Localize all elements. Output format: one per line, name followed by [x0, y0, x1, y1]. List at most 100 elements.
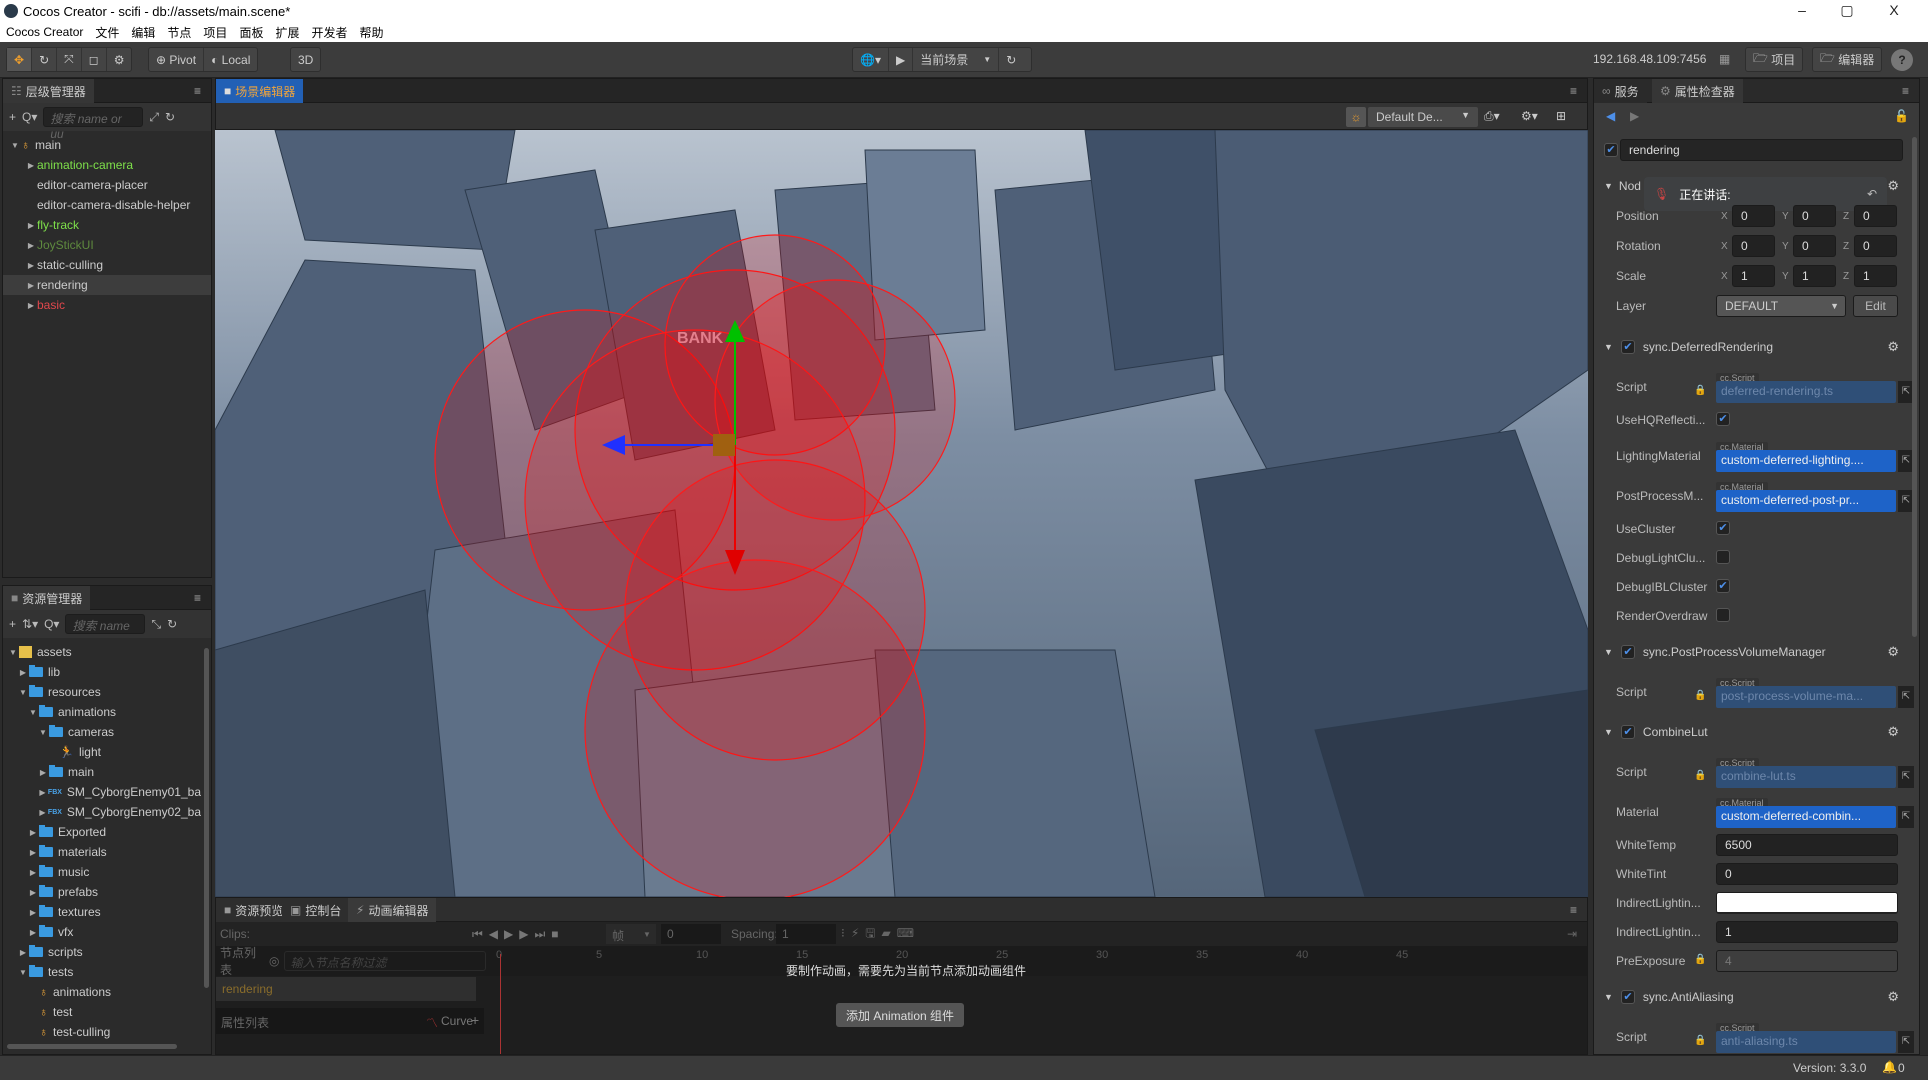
panel-menu-icon[interactable]: ≡ — [194, 84, 201, 98]
add-node-icon[interactable]: + — [9, 110, 16, 124]
tree-item[interactable]: ▼ assets — [3, 642, 201, 662]
caret-right-icon[interactable]: ▶ — [25, 281, 37, 290]
layout-icon[interactable]: ⊞ — [1556, 109, 1566, 123]
caret-right-icon[interactable]: ▶ — [25, 301, 37, 310]
tree-item[interactable]: editor-camera-disable-helper — [3, 195, 211, 215]
checkbox[interactable]: ✔ — [1621, 340, 1635, 354]
caret-right-icon[interactable]: ▶ — [17, 948, 29, 957]
color-field[interactable] — [1716, 891, 1898, 914]
assets-horizontal-scrollbar[interactable] — [7, 1044, 177, 1049]
tree-item[interactable]: ▶ FBX SM_CyborgEnemy02_ba — [3, 802, 201, 822]
script-asset-field[interactable]: anti-aliasing.ts — [1716, 1031, 1896, 1053]
tab-bottom-0[interactable]: ■ 资源预览 — [216, 898, 293, 922]
vector-y-input[interactable]: 1 — [1793, 265, 1836, 287]
node-filter-input[interactable]: 输入节点名称过滤 — [283, 951, 486, 971]
asset-picker-icon[interactable]: ⇱ — [1898, 1031, 1914, 1053]
gear-icon[interactable]: ⚙▾ — [1521, 109, 1538, 123]
node-name-input[interactable]: rendering — [1620, 139, 1903, 161]
assets-vertical-scrollbar[interactable] — [204, 648, 209, 988]
tree-item[interactable]: ♁ animations — [3, 982, 201, 1002]
menu-item[interactable]: 节点 — [167, 24, 191, 41]
animation-tool-icons[interactable]: ⁝⚡🖫▰⌨ — [841, 924, 920, 945]
menu-item[interactable]: 编辑 — [131, 24, 155, 41]
caret-right-icon[interactable]: ▶ — [27, 868, 39, 877]
checkbox[interactable]: ✔ — [1716, 521, 1730, 535]
menu-item[interactable]: 文件 — [95, 24, 119, 41]
tree-item[interactable]: ▶ materials — [3, 842, 201, 862]
caret-right-icon[interactable]: ▶ — [25, 221, 37, 230]
tree-item[interactable]: ♁ test-culling — [3, 1022, 201, 1042]
gear-icon[interactable]: ⚙ — [1887, 724, 1899, 740]
tab-scene-editor[interactable]: ■ 场景编辑器 — [216, 79, 304, 103]
platform-globe-icon[interactable]: 🌐▾ — [853, 48, 889, 71]
add-animation-component-button[interactable]: 添加 Animation 组件 — [836, 1003, 965, 1027]
caret-down-icon[interactable]: ▼ — [9, 141, 21, 150]
gear-icon[interactable]: ⚙ — [1887, 178, 1899, 194]
spacing-input[interactable]: 1 — [776, 924, 836, 944]
tree-item[interactable]: ▶ Exported — [3, 822, 201, 842]
layer-select[interactable]: DEFAULT ▼ — [1716, 295, 1846, 317]
asset-picker-icon[interactable]: ⇱ — [1898, 766, 1914, 788]
pivot-button[interactable]: ⊕ Pivot — [149, 48, 205, 71]
vector-y-input[interactable]: 0 — [1793, 235, 1836, 257]
asset-picker-icon[interactable]: ⇱ — [1898, 686, 1914, 708]
eye-icon[interactable]: ◎ — [269, 954, 279, 968]
scene-select-dropdown[interactable]: 当前场景 ▼ — [913, 48, 1000, 71]
tree-item[interactable]: ▼ cameras — [3, 722, 201, 742]
search-type-icon[interactable]: Q▾ — [44, 617, 59, 631]
tree-item[interactable]: ▶ rendering — [3, 275, 211, 295]
tree-item[interactable]: 🏃 light — [3, 742, 201, 762]
panel-menu-icon[interactable]: ≡ — [1570, 84, 1577, 98]
expand-icon[interactable]: ⤢ — [149, 110, 159, 125]
collapse-icon[interactable]: ⤡ — [151, 617, 161, 632]
curve-icon[interactable]: 〽 — [426, 1014, 438, 1031]
sort-icon[interactable]: ⇅▾ — [22, 617, 38, 631]
number-input[interactable]: 0 — [1716, 862, 1898, 885]
add-asset-icon[interactable]: + — [9, 617, 16, 631]
tree-item[interactable]: ▼ animations — [3, 702, 201, 722]
tab-hierarchy[interactable]: ☷ 层级管理器 — [3, 79, 94, 103]
menu-item[interactable]: 面板 — [239, 24, 263, 41]
tab-bottom-1[interactable]: ▣ 控制台 — [282, 898, 351, 922]
number-input[interactable]: 1 — [1716, 920, 1898, 943]
caret-right-icon[interactable]: ▶ — [27, 848, 39, 857]
caret-down-icon[interactable]: ▼ — [37, 728, 49, 737]
caret-right-icon[interactable]: ▶ — [37, 788, 48, 797]
component-header[interactable]: ▼ ✔ sync.DeferredRendering ⚙ — [1594, 333, 1911, 361]
tree-item[interactable]: ▶ prefabs — [3, 882, 201, 902]
tree-item[interactable]: ▼ ♁ main — [3, 135, 211, 155]
menu-item[interactable]: 开发者 — [311, 24, 347, 41]
panel-menu-icon[interactable]: ≡ — [194, 591, 201, 605]
gear-icon[interactable]: ⚙ — [1887, 989, 1899, 1005]
asset-picker-icon[interactable]: ⇱ — [1898, 806, 1914, 828]
gear-tool-icon[interactable]: ⚙ — [107, 48, 132, 71]
rotate-tool-icon[interactable]: ↻ — [32, 48, 58, 71]
playback-controls[interactable]: ⏮◀▶▶⏭■ — [472, 927, 565, 942]
script-asset-field[interactable]: deferred-rendering.ts — [1716, 381, 1896, 403]
scale-tool-icon[interactable]: ⤧ — [57, 48, 82, 71]
camera-select-dropdown[interactable]: Default De... ▼ — [1368, 107, 1478, 127]
reply-icon[interactable]: ↶ — [1867, 187, 1877, 201]
caret-right-icon[interactable]: ▶ — [27, 928, 39, 937]
script-asset-field[interactable]: combine-lut.ts — [1716, 766, 1896, 788]
vector-z-input[interactable]: 1 — [1854, 265, 1897, 287]
tree-item[interactable]: ▶ fly-track — [3, 215, 211, 235]
checkbox[interactable]: ✔ — [1716, 579, 1730, 593]
refresh-icon[interactable]: ↻ — [165, 110, 175, 124]
tree-item[interactable]: ▶ animation-camera — [3, 155, 211, 175]
component-header[interactable]: ▼ ✔ sync.AntiAliasing ⚙ — [1594, 983, 1911, 1011]
menu-item[interactable]: 扩展 — [275, 24, 299, 41]
vector-x-input[interactable]: 0 — [1732, 205, 1775, 227]
caret-right-icon[interactable]: ▶ — [17, 668, 29, 677]
panel-menu-icon[interactable]: ≡ — [1570, 903, 1577, 917]
tab-assets[interactable]: ■ 资源管理器 — [3, 586, 91, 610]
tree-item[interactable]: ▶ FBX SM_CyborgEnemy01_ba — [3, 782, 201, 802]
tab-bottom-2[interactable]: ⚡ 动画编辑器 — [348, 898, 437, 922]
material-asset-field[interactable]: custom-deferred-lighting.... — [1716, 450, 1896, 472]
vector-x-input[interactable]: 1 — [1732, 265, 1775, 287]
script-asset-field[interactable]: post-process-volume-ma... — [1716, 686, 1896, 708]
3d-toggle-button[interactable]: 3D — [291, 48, 320, 71]
muted-mic-icon[interactable]: 🎙 — [1654, 187, 1669, 201]
maximize-button[interactable]: ▢ — [1837, 2, 1857, 19]
tree-item[interactable]: ▶ lib — [3, 662, 201, 682]
